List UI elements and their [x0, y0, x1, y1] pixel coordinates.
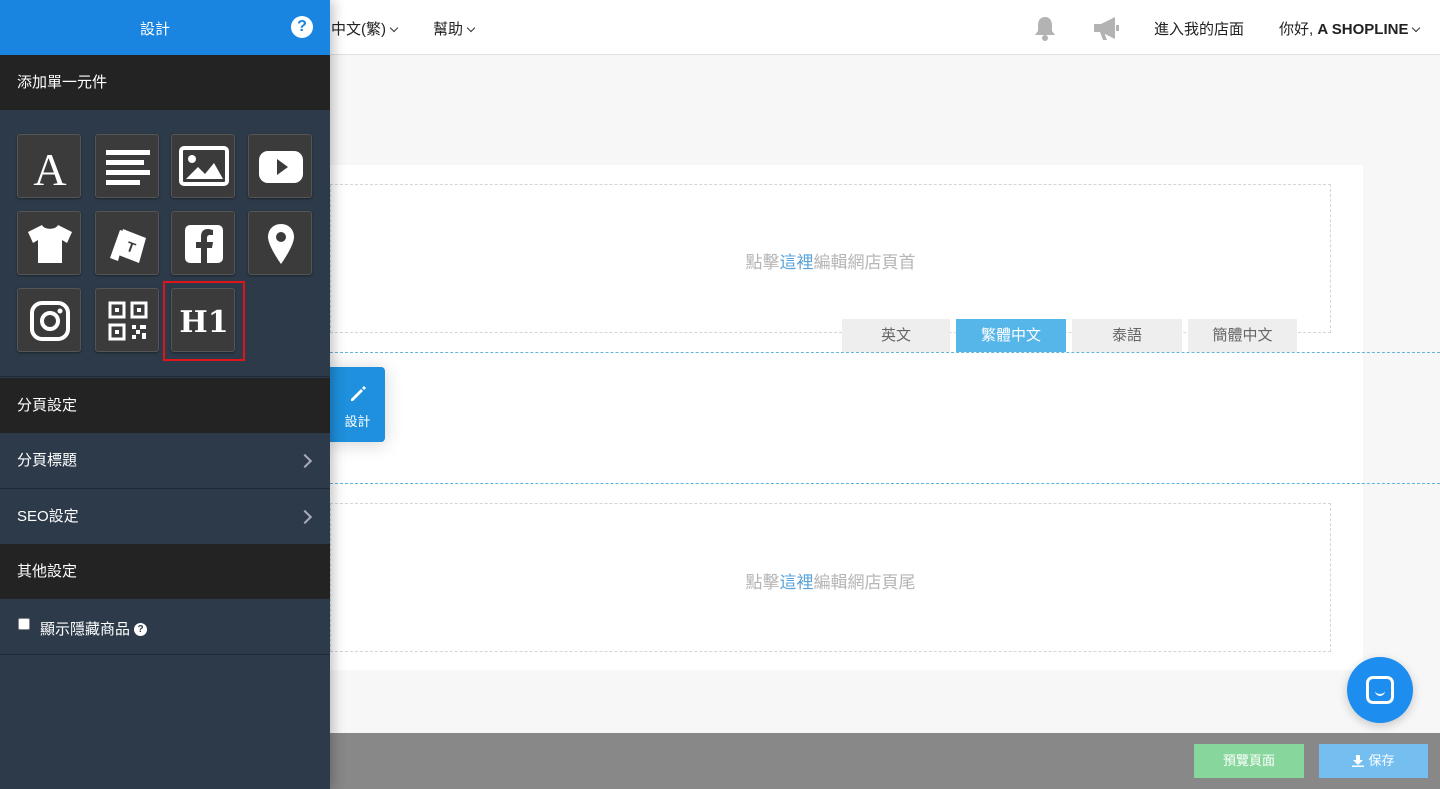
- chat-launcher-button[interactable]: [1347, 657, 1413, 723]
- language-dropdown[interactable]: 中文(繁): [331, 18, 399, 39]
- page-title-setting[interactable]: 分頁標題: [0, 433, 330, 489]
- tab-thai[interactable]: 泰語: [1072, 319, 1182, 352]
- design-toggle-button[interactable]: 設計: [330, 367, 385, 442]
- chevron-right-icon: [297, 453, 313, 469]
- bell-icon[interactable]: [1031, 14, 1059, 42]
- chevron-right-icon: [297, 509, 313, 525]
- seo-setting[interactable]: SEO設定: [0, 489, 330, 545]
- preview-page-button[interactable]: 預覽頁面: [1194, 744, 1304, 778]
- content-section-top-border: [330, 352, 1440, 353]
- facebook-widget-tile[interactable]: [171, 211, 235, 275]
- instagram-widget-tile[interactable]: [17, 288, 81, 352]
- enter-store-link[interactable]: 進入我的店面: [1154, 18, 1244, 39]
- header-edit-link[interactable]: 這裡: [780, 253, 814, 272]
- show-hidden-products-row: 顯示隱藏商品?: [0, 599, 330, 655]
- question-circle-icon[interactable]: ?: [134, 622, 148, 636]
- tab-english[interactable]: 英文: [842, 319, 950, 352]
- youtube-widget-tile[interactable]: [248, 134, 312, 198]
- tab-simplified-chinese[interactable]: 簡體中文: [1188, 319, 1297, 352]
- save-button[interactable]: 保存: [1319, 744, 1428, 778]
- chevron-down-icon: [389, 23, 399, 33]
- category-widget-tile[interactable]: T: [95, 211, 159, 275]
- align-left-icon: [106, 150, 150, 185]
- pencil-icon: [350, 386, 366, 401]
- design-button-label: 設計: [344, 414, 371, 429]
- footer-edit-link[interactable]: 這裡: [780, 573, 814, 592]
- youtube-icon: [259, 151, 303, 183]
- product-widget-tile[interactable]: [17, 211, 81, 275]
- store-header-placeholder[interactable]: 點擊這裡編輯網店頁首: [330, 184, 1331, 333]
- paragraph-widget-tile[interactable]: [95, 134, 159, 198]
- add-widget-section-header: 添加單一元件: [0, 55, 330, 110]
- header-edit-hint: 點擊這裡編輯網店頁首: [745, 253, 916, 272]
- qrcode-widget-tile[interactable]: [95, 288, 159, 352]
- megaphone-icon[interactable]: [1091, 14, 1121, 42]
- footer-edit-hint: 點擊這裡編輯網店頁尾: [745, 573, 916, 592]
- map-pin-icon: [268, 224, 294, 264]
- chevron-down-icon: [466, 23, 476, 33]
- tags-icon: T: [110, 229, 146, 263]
- show-hidden-products-checkbox[interactable]: [18, 618, 30, 630]
- help-icon[interactable]: ?: [291, 16, 313, 38]
- qrcode-icon: [108, 301, 148, 341]
- help-dropdown[interactable]: 幫助: [433, 18, 476, 39]
- instagram-icon: [30, 301, 70, 341]
- text-widget-tile[interactable]: A: [17, 134, 81, 198]
- account-dropdown[interactable]: 你好, A SHOPLINE: [1279, 18, 1421, 39]
- sidebar-header: 設計 ?: [0, 0, 330, 55]
- sidebar-title: 設計: [139, 21, 170, 38]
- chevron-down-icon: [1412, 23, 1421, 33]
- download-icon: [1352, 754, 1365, 767]
- tab-traditional-chinese[interactable]: 繁體中文: [956, 319, 1066, 352]
- chat-icon: [1366, 676, 1394, 704]
- tshirt-icon: [28, 225, 72, 263]
- show-hidden-products-label[interactable]: 顯示隱藏商品?: [40, 618, 148, 639]
- letter-a-icon: A: [33, 144, 66, 195]
- map-widget-tile[interactable]: [248, 211, 312, 275]
- h1-widget-highlight: [163, 281, 245, 361]
- store-footer-placeholder[interactable]: 點擊這裡編輯網店頁尾: [330, 503, 1331, 652]
- other-settings-section-header: 其他設定: [0, 544, 330, 599]
- content-section-bottom-border: [330, 483, 1440, 484]
- image-icon: [179, 146, 229, 186]
- facebook-icon: [185, 225, 223, 263]
- image-widget-tile[interactable]: [171, 134, 235, 198]
- design-sidebar: 設計 ? 添加單一元件 A T H1 分頁設定 分頁標題 SEO設定 其他設定 …: [0, 0, 330, 789]
- page-settings-section-header: 分頁設定: [0, 378, 330, 433]
- svg-text:A: A: [33, 144, 66, 195]
